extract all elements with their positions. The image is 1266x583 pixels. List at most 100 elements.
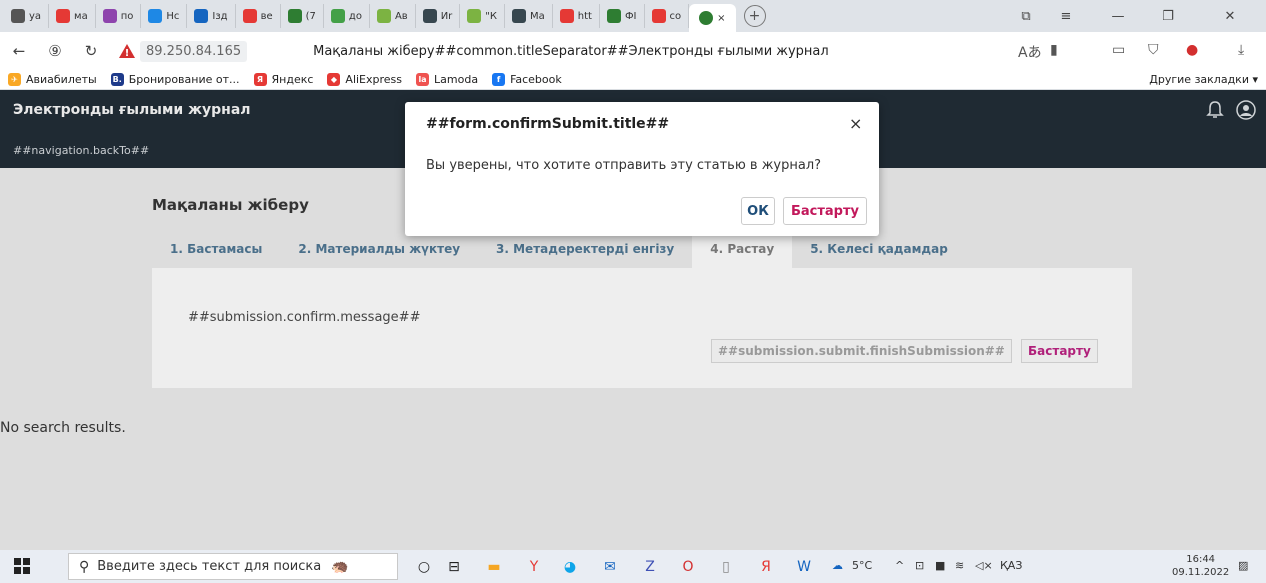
edge-icon[interactable]: ◕ xyxy=(560,557,580,577)
file-icon[interactable]: ▯ xyxy=(716,557,736,577)
explorer-icon[interactable]: ▬ xyxy=(484,557,504,577)
tab-label: ya xyxy=(29,10,42,22)
browser-tab[interactable]: "К xyxy=(460,4,505,28)
bookmark-item[interactable]: ◆ AliExpress xyxy=(327,73,402,86)
browser-tab[interactable]: htt xyxy=(553,4,600,28)
browser-tab[interactable]: ма xyxy=(49,4,96,28)
active-tab[interactable]: × xyxy=(689,4,736,32)
clock-date: 09.11.2022 xyxy=(1172,567,1230,578)
browser-tab[interactable]: co xyxy=(645,4,690,28)
bookmark-label: AliExpress xyxy=(345,73,403,86)
tab-label: co xyxy=(669,10,682,22)
tray-expand-icon[interactable]: ^ xyxy=(895,559,904,572)
bookmark-icon[interactable]: ▮ xyxy=(1050,42,1058,58)
back-icon[interactable]: ← xyxy=(6,42,32,60)
tab-label: htt xyxy=(577,10,592,22)
tab-label: "К xyxy=(485,10,497,22)
bookmark-item[interactable]: B. Бронирование от... xyxy=(110,73,240,86)
tab-actions-icon[interactable]: ⧉ xyxy=(1006,0,1046,32)
finish-submission-button[interactable]: ##submission.submit.finishSubmission## xyxy=(711,339,1012,363)
browser-tab[interactable]: Ма xyxy=(505,4,553,28)
close-window-icon[interactable]: ✕ xyxy=(1210,0,1250,32)
opera-icon[interactable]: O xyxy=(678,557,698,577)
wifi-icon[interactable]: ≋ xyxy=(955,559,964,572)
weather-temp[interactable]: 5°C xyxy=(852,559,872,572)
tab-label: ма xyxy=(74,10,88,22)
submission-title: Мақаланы жіберу xyxy=(152,196,309,214)
yandex-app-icon[interactable]: Я xyxy=(756,557,776,577)
confirm-panel: ##submission.confirm.message## ##submiss… xyxy=(152,268,1132,388)
browser-tab[interactable]: по xyxy=(96,4,142,28)
word-icon[interactable]: W xyxy=(794,557,814,577)
browser-tab[interactable]: ya xyxy=(4,4,50,28)
download-icon[interactable]: ⤓ xyxy=(1238,42,1244,58)
minimize-icon[interactable]: — xyxy=(1098,0,1138,32)
browser-tab[interactable]: ве xyxy=(236,4,281,28)
browser-tab[interactable]: ФI xyxy=(600,4,645,28)
new-tab-button[interactable]: + xyxy=(743,5,766,27)
user-avatar-icon[interactable] xyxy=(1236,100,1256,120)
yandex-home-icon[interactable]: ⑨ xyxy=(42,42,68,60)
yandex-icon xyxy=(651,9,666,23)
yandex-browser-icon[interactable]: Y xyxy=(524,557,544,577)
yandex-icon xyxy=(242,9,257,23)
confirm-dialog: ##form.confirmSubmit.title## × Вы уверен… xyxy=(405,102,879,236)
ok-button[interactable]: ОК xyxy=(741,197,775,225)
back-to-link[interactable]: ##navigation.backTo## xyxy=(13,144,149,157)
task-view-icon[interactable]: ⊟ xyxy=(444,557,464,577)
tab-label: Iзд xyxy=(212,10,228,22)
dialog-cancel-button[interactable]: Бастарту xyxy=(783,197,867,225)
globe-icon xyxy=(376,9,391,23)
yandex-icon: Я xyxy=(253,73,267,86)
volume-icon[interactable]: ◁× xyxy=(975,559,993,572)
battery-icon[interactable]: ▭ xyxy=(1112,42,1125,58)
app-name[interactable]: Электронды ғылыми журнал xyxy=(13,102,251,118)
dialog-title: ##form.confirmSubmit.title## xyxy=(426,116,670,132)
booking-icon: B. xyxy=(110,73,124,86)
reload-icon[interactable]: ↻ xyxy=(78,42,104,60)
lamoda-icon: la xyxy=(416,73,430,86)
mail-app-icon[interactable]: ✉ xyxy=(600,557,620,577)
pkp-icon xyxy=(511,9,526,23)
meet-icon[interactable]: ■ xyxy=(935,559,945,572)
tab-label: по xyxy=(120,10,134,22)
windows-start-icon[interactable] xyxy=(14,558,30,574)
address-bar: ← ⑨ ↻ ! 89.250.84.165 Мақаланы жіберу##c… xyxy=(0,32,1266,70)
close-icon[interactable]: × xyxy=(849,114,862,133)
browser-tab[interactable]: Ав xyxy=(370,4,416,28)
extensions-icon[interactable]: ⛉ xyxy=(1148,42,1159,58)
bookmark-item[interactable]: ✈ Авиабилеты xyxy=(8,73,97,86)
clock[interactable]: 16:44 09.11.2022 xyxy=(1172,553,1229,579)
no-search-results: No search results. xyxy=(0,420,126,436)
bookmark-item[interactable]: f Facebook xyxy=(492,73,562,86)
cloud-icon: ☁ xyxy=(832,559,843,572)
network-icon[interactable]: ⊡ xyxy=(915,559,924,572)
bookmark-item[interactable]: Я Яндекс xyxy=(253,73,313,86)
tab-label: (7 xyxy=(305,10,316,22)
tab-close-icon[interactable]: × xyxy=(717,13,725,24)
browser-tab[interactable]: до xyxy=(324,4,370,28)
browser-tab[interactable]: Iзд xyxy=(187,4,236,28)
maximize-icon[interactable]: ❐ xyxy=(1148,0,1188,32)
cancel-submission-button[interactable]: Бастарту xyxy=(1021,339,1098,363)
globe-icon xyxy=(467,9,482,23)
warning-icon[interactable]: ! xyxy=(118,43,136,59)
url-field[interactable]: 89.250.84.165 xyxy=(140,40,248,62)
bookmark-item[interactable]: la Lamoda xyxy=(416,73,478,86)
other-bookmarks[interactable]: Другие закладки ▾ xyxy=(1149,73,1258,86)
facebook-icon: f xyxy=(492,73,506,86)
math-icon[interactable]: Z xyxy=(640,557,660,577)
profile-icon[interactable]: ● xyxy=(1186,42,1198,58)
browser-tab[interactable]: Нс xyxy=(141,4,188,28)
language-indicator[interactable]: ҚАЗ xyxy=(1000,559,1022,572)
tab-menu-icon[interactable]: ≡ xyxy=(1046,0,1086,32)
tab-label: Иr xyxy=(440,10,453,22)
browser-tab[interactable]: (7 xyxy=(281,4,324,28)
browser-tab[interactable]: Иr xyxy=(416,4,461,28)
step-tab[interactable]: 1. Бастамасы xyxy=(152,230,280,268)
notifications-icon[interactable]: ▨ xyxy=(1238,559,1248,572)
bookmark-label: Авиабилеты xyxy=(26,73,97,86)
cortana-icon[interactable]: ○ xyxy=(414,557,434,577)
translate-icon[interactable]: Aあ xyxy=(1018,42,1042,62)
bell-icon[interactable] xyxy=(1206,100,1224,120)
